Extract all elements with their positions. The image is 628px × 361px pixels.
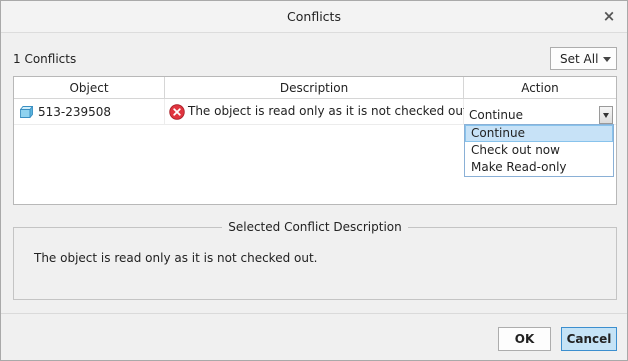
selected-conflict-text: The object is read only as it is not che… [34,251,318,265]
conflict-count-label: 1 Conflicts [13,52,77,66]
cancel-button[interactable]: Cancel [561,327,617,351]
part-icon [20,106,33,118]
group-title-text: Selected Conflict Description [222,220,408,234]
dropdown-option-check-out-now[interactable]: Check out now [465,142,613,159]
group-title: Selected Conflict Description [14,220,616,234]
error-icon [169,104,185,120]
dropdown-option-continue[interactable]: Continue [465,125,613,142]
action-dropdown-button[interactable] [599,106,613,124]
set-all-dropdown[interactable]: Set All [550,47,617,70]
conflicts-dialog: Conflicts × 1 Conflicts Set All Object D… [0,0,628,361]
chevron-down-icon [603,113,609,118]
column-header-description[interactable]: Description [165,77,464,99]
dialog-title: Conflicts [287,9,341,24]
object-number: 513-239508 [38,105,112,119]
column-header-object[interactable]: Object [14,77,165,99]
set-all-label: Set All [560,52,599,66]
action-value: Continue [469,108,523,122]
column-header-action[interactable]: Action [464,77,616,99]
dropdown-option-make-read-only[interactable]: Make Read-only [465,159,613,176]
table-header: Object Description Action [14,77,616,99]
description-cell[interactable]: The object is read only as it is not che… [165,99,472,125]
action-select[interactable]: Continue [464,105,613,125]
footer-divider [1,313,627,314]
close-icon[interactable]: × [601,8,617,24]
ok-button[interactable]: OK [498,327,551,351]
chevron-down-icon [603,57,611,62]
selected-conflict-description-group: Selected Conflict Description The object… [13,220,617,300]
title-bar: Conflicts × [1,1,627,33]
conflict-description: The object is read only as it is not che… [188,104,472,118]
object-cell[interactable]: 513-239508 [14,99,165,125]
action-dropdown-list: Continue Check out now Make Read-only [464,124,614,177]
